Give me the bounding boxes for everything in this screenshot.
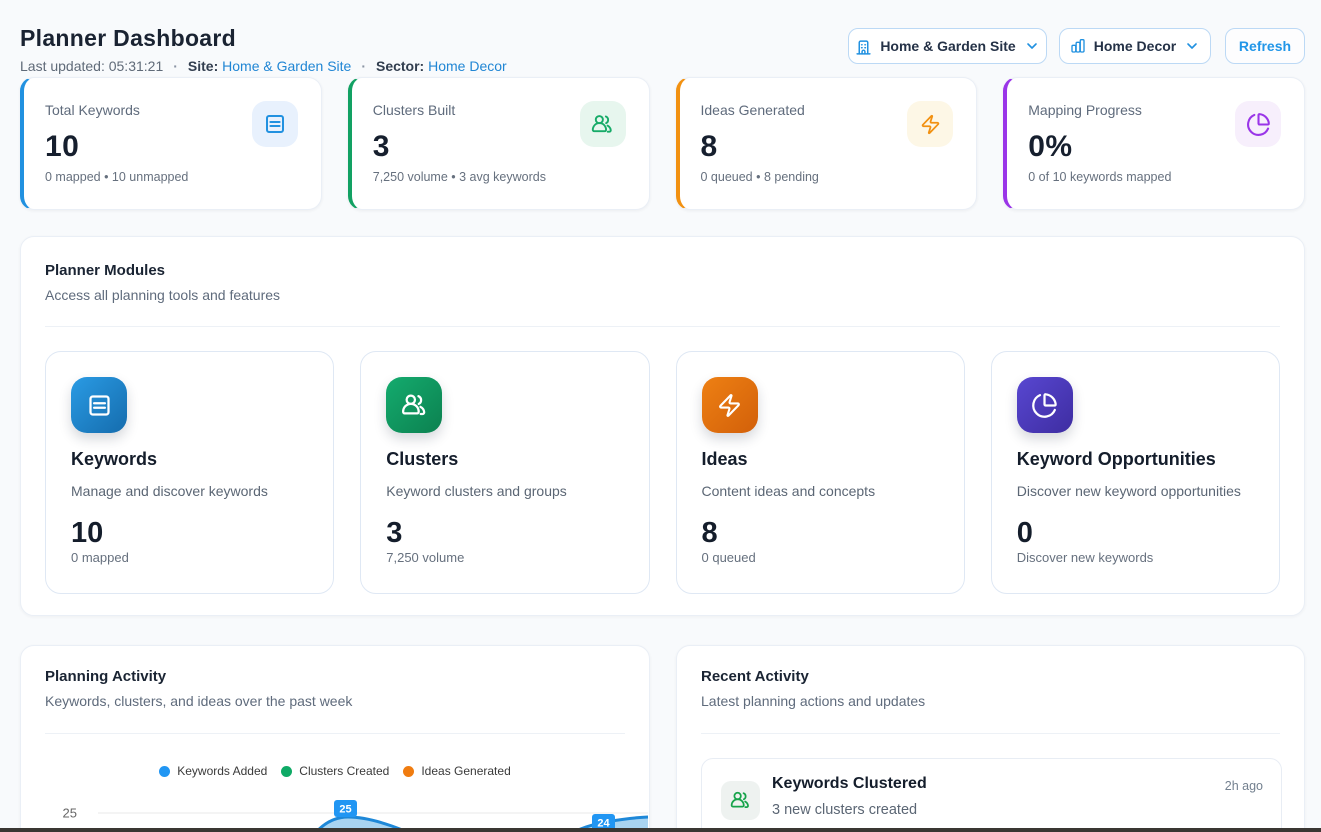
svg-text:25: 25 <box>63 806 77 821</box>
svg-text:24: 24 <box>597 818 610 829</box>
svg-text:25: 25 <box>339 804 351 816</box>
